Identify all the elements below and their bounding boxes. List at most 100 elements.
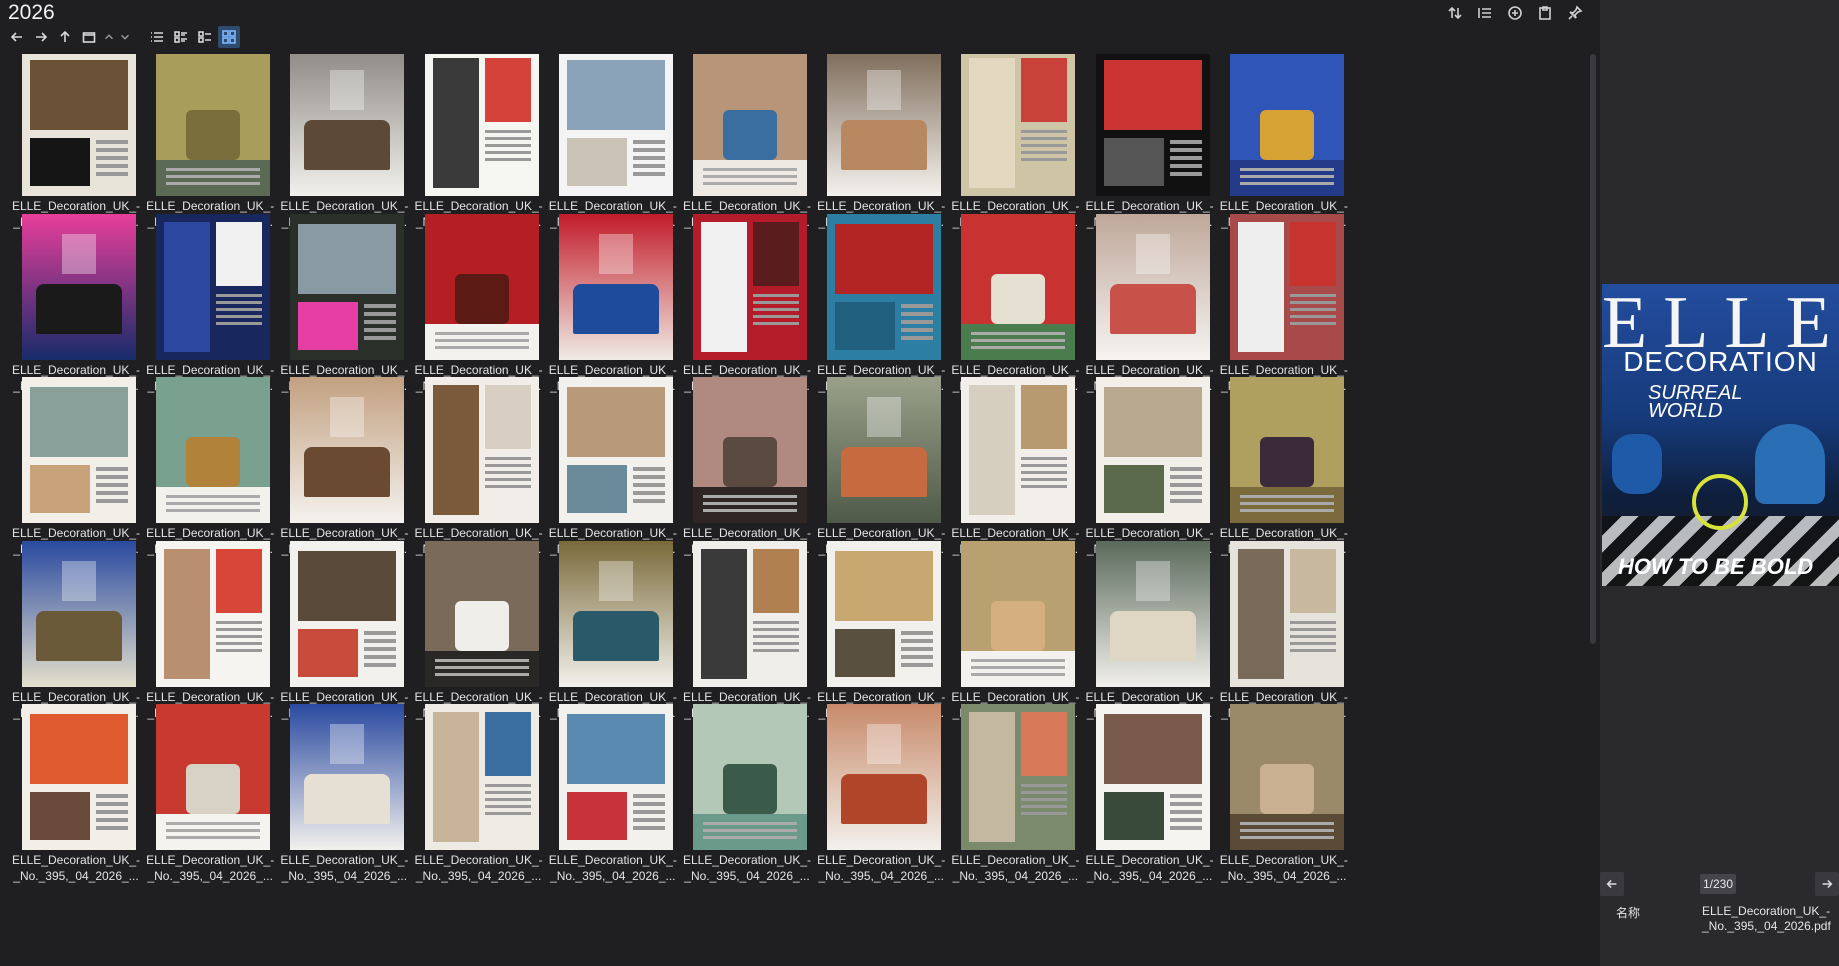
file-thumbnail-item[interactable]: ELLE_Decoration_UK_-_No._395,_04_2026_..… <box>264 539 408 729</box>
thumbnail-shape <box>598 560 633 601</box>
file-thumbnail-item[interactable]: ELLE_Decoration_UK_-_No._395,_04_2026_..… <box>130 375 274 565</box>
page-indicator[interactable]: 1/230 <box>1700 874 1736 894</box>
clipboard-button[interactable] <box>1534 2 1556 24</box>
file-thumbnail-item[interactable]: ELLE_Decoration_UK_-_No._395,_04_2026_..… <box>801 212 945 402</box>
file-thumbnail-item[interactable]: ELLE_Decoration_UK_-_No._395,_04_2026_..… <box>264 54 408 238</box>
file-thumbnail-item[interactable]: ELLE_Decoration_UK_-_No._395,_04_2026_..… <box>130 54 274 238</box>
thumbnail-shape <box>30 60 128 130</box>
page-thumbnail-image <box>290 213 405 360</box>
prev-page-button[interactable] <box>1600 872 1624 896</box>
file-thumbnail-item[interactable]: ELLE_Decoration_UK_-_No._395,_04_2026_..… <box>399 539 543 729</box>
file-thumbnail-item[interactable]: ELLE_Decoration_UK_-_No._395,_04_2026_..… <box>399 375 543 565</box>
file-thumbnail-item[interactable]: ELLE_Decoration_UK_-_No._395,_04_2026_..… <box>0 54 140 238</box>
vertical-scrollbar[interactable] <box>1586 48 1600 966</box>
scrollbar-thumb[interactable] <box>1590 54 1596 644</box>
file-thumbnail-item[interactable]: ELLE_Decoration_UK_-_No._395,_04_2026_..… <box>533 375 677 565</box>
file-thumbnail-item[interactable]: ELLE_Decoration_UK_-_No._395,_04_2026_..… <box>0 702 140 892</box>
pin-button[interactable] <box>1564 2 1586 24</box>
thumbnail-shape <box>723 437 777 487</box>
file-thumbnail-item[interactable]: ELLE_Decoration_UK_-_No._395,_04_2026_..… <box>1204 375 1348 565</box>
file-thumbnail-item[interactable]: ELLE_Decoration_UK_-_No._395,_04_2026_..… <box>1070 539 1214 729</box>
file-thumbnail-item[interactable]: ELLE_Decoration_UK_-_No._395,_04_2026_..… <box>667 375 811 565</box>
thumbnail-shape <box>364 630 397 635</box>
file-thumbnail-item[interactable]: ELLE_Decoration_UK_-_No._395,_04_2026_..… <box>1204 212 1348 402</box>
next-page-button[interactable] <box>1815 872 1839 896</box>
file-thumbnail-item[interactable]: ELLE_Decoration_UK_-_No._395,_04_2026_..… <box>935 702 1079 892</box>
file-thumbnail-item[interactable]: ELLE_Decoration_UK_-_No._395,_04_2026_..… <box>801 539 945 729</box>
file-thumbnail-item[interactable]: ELLE_Decoration_UK_-_No._395,_04_2026_..… <box>935 212 1079 402</box>
thumbnail-shape <box>62 233 96 274</box>
file-thumbnail-item[interactable]: ELLE_Decoration_UK_-_No._395,_04_2026_..… <box>1070 375 1214 565</box>
expand-button[interactable] <box>118 26 132 48</box>
file-thumbnail-item[interactable]: ELLE_Decoration_UK_-_No._395,_04_2026_..… <box>1070 54 1214 238</box>
file-thumbnail-item[interactable]: ELLE_Decoration_UK_-_No._395,_04_2026_..… <box>935 54 1079 238</box>
thumbnail-shape <box>186 764 241 814</box>
view-thumbnails-button[interactable] <box>218 26 240 48</box>
file-thumbnail-item[interactable]: ELLE_Decoration_UK_-_No._395,_04_2026_..… <box>533 539 677 729</box>
file-thumbnail-item[interactable]: ELLE_Decoration_UK_-_No._395,_04_2026_..… <box>935 539 1079 729</box>
folder-icon <box>82 32 96 43</box>
thumbnail-shape <box>701 221 747 352</box>
file-thumbnail-item[interactable]: ELLE_Decoration_UK_-_No._395,_04_2026_..… <box>0 375 140 565</box>
thumbnail-shape <box>1021 784 1068 787</box>
page-thumbnail-image <box>558 704 673 850</box>
file-thumbnail-item[interactable]: ELLE_Decoration_UK_-_No._395,_04_2026_..… <box>1070 702 1214 892</box>
file-thumbnail-item[interactable]: ELLE_Decoration_UK_-_No._395,_04_2026_..… <box>0 212 140 402</box>
file-thumbnail-item[interactable]: ELLE_Decoration_UK_-_No._395,_04_2026_..… <box>1070 212 1214 402</box>
thumbnail-shape <box>304 774 391 824</box>
thumbnail-shape <box>753 221 799 286</box>
file-thumbnail-item[interactable]: ELLE_Decoration_UK_-_No._395,_04_2026_..… <box>801 702 945 892</box>
file-thumbnail-item[interactable]: ELLE_Decoration_UK_-_No._395,_04_2026_..… <box>399 54 543 238</box>
file-thumbnail-item[interactable]: ELLE_Decoration_UK_-_No._395,_04_2026_..… <box>667 54 811 238</box>
file-thumbnail-item[interactable]: ELLE_Decoration_UK_-_No._395,_04_2026_..… <box>0 539 140 729</box>
file-thumbnail-item[interactable]: ELLE_Decoration_UK_-_No._395,_04_2026_..… <box>533 702 677 892</box>
page-thumbnail-image <box>424 54 539 196</box>
view-tiles-button[interactable] <box>194 26 216 48</box>
view-list-button[interactable] <box>146 26 168 48</box>
view-details-button[interactable] <box>170 26 192 48</box>
sort-button[interactable] <box>1444 2 1466 24</box>
preview-lamp <box>1692 474 1748 530</box>
up-button[interactable] <box>54 26 76 48</box>
file-thumbnail-item[interactable]: ELLE_Decoration_UK_-_No._395,_04_2026_..… <box>264 702 408 892</box>
thumbnail-shape <box>969 58 1016 188</box>
file-thumbnail-item[interactable]: ELLE_Decoration_UK_-_No._395,_04_2026_..… <box>399 212 543 402</box>
new-button[interactable] <box>1504 2 1526 24</box>
folder-button[interactable] <box>78 26 100 48</box>
file-thumbnail-item[interactable]: ELLE_Decoration_UK_-_No._395,_04_2026_..… <box>1204 539 1348 729</box>
thumbnail-shape <box>835 550 934 621</box>
page-thumbnail-image <box>1229 704 1344 850</box>
file-thumbnail-item[interactable]: ELLE_Decoration_UK_-_No._395,_04_2026_..… <box>1204 54 1348 238</box>
file-thumbnail-item[interactable]: ELLE_Decoration_UK_-_No._395,_04_2026_..… <box>130 702 274 892</box>
file-thumbnail-item[interactable]: ELLE_Decoration_UK_-_No._395,_04_2026_..… <box>667 702 811 892</box>
page-thumbnail-image <box>156 704 271 850</box>
page-thumbnail-image <box>1095 540 1210 687</box>
thumbnail-shape <box>1169 467 1202 471</box>
file-thumbnail-item[interactable]: ELLE_Decoration_UK_-_No._395,_04_2026_..… <box>399 702 543 892</box>
thumbnail-shape <box>304 447 391 497</box>
forward-button[interactable] <box>30 26 52 48</box>
file-thumbnail-item[interactable]: ELLE_Decoration_UK_-_No._395,_04_2026_..… <box>801 54 945 238</box>
back-button[interactable] <box>6 26 28 48</box>
file-thumbnail-item[interactable]: ELLE_Decoration_UK_-_No._395,_04_2026_..… <box>1204 702 1348 892</box>
file-thumbnail-item[interactable]: ELLE_Decoration_UK_-_No._395,_04_2026_..… <box>130 212 274 402</box>
file-thumbnail-item[interactable]: ELLE_Decoration_UK_-_No._395,_04_2026_..… <box>533 212 677 402</box>
thumbnail-shape <box>867 70 902 110</box>
file-thumbnail-item[interactable]: ELLE_Decoration_UK_-_No._395,_04_2026_..… <box>667 539 811 729</box>
page-thumbnail-image <box>961 540 1076 687</box>
file-thumbnail-item[interactable]: ELLE_Decoration_UK_-_No._395,_04_2026_..… <box>935 375 1079 565</box>
file-browser-pane: 2026 ELLE_Decoration_UK_- ELLE_Decoratio… <box>0 0 1600 966</box>
file-thumbnail-item[interactable]: ELLE_Decoration_UK_-_No._395,_04_2026_..… <box>533 54 677 238</box>
file-thumbnail-item[interactable]: ELLE_Decoration_UK_-_No._395,_04_2026_..… <box>264 375 408 565</box>
page-thumbnail-image <box>290 540 405 687</box>
group-button[interactable] <box>1474 2 1496 24</box>
file-thumbnail-item[interactable]: ELLE_Decoration_UK_-_No._395,_04_2026_..… <box>130 539 274 729</box>
thumbnail-shape <box>1103 138 1164 186</box>
arrow-left-icon <box>10 32 22 42</box>
page-thumbnail-image <box>290 704 405 850</box>
file-thumbnail-item[interactable]: ELLE_Decoration_UK_-_No._395,_04_2026_..… <box>667 212 811 402</box>
file-thumbnail-item[interactable]: ELLE_Decoration_UK_-_No._395,_04_2026_..… <box>801 375 945 565</box>
thumbnail-shape <box>216 221 263 286</box>
file-thumbnail-item[interactable]: ELLE_Decoration_UK_-_No._395,_04_2026_..… <box>264 212 408 402</box>
collapse-button[interactable] <box>102 26 116 48</box>
